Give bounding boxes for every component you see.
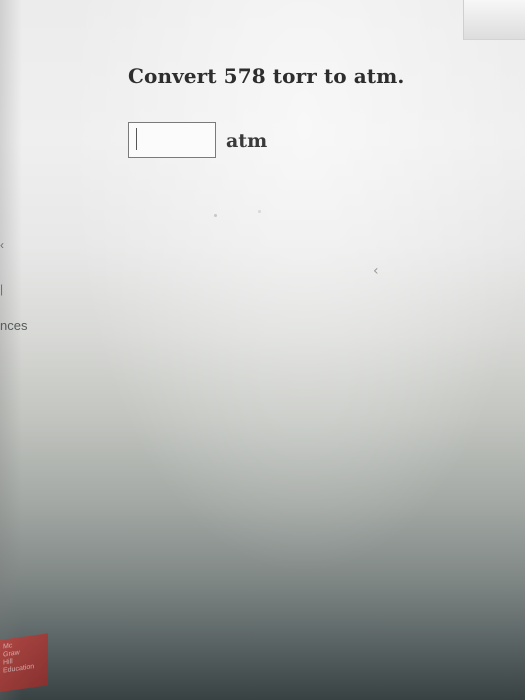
answer-row: atm — [128, 122, 267, 158]
publisher-logo: Mc Graw Hill Education — [0, 633, 48, 692]
chevron-left-icon[interactable]: ‹ — [0, 238, 4, 252]
side-marker-icon: | — [0, 282, 4, 296]
top-right-tab[interactable] — [463, 0, 525, 40]
chevron-left-icon: ‹ — [373, 263, 379, 279]
screen-speck — [214, 214, 217, 217]
unit-label: atm — [226, 130, 268, 152]
question-prompt: Convert 578 torr to atm. — [128, 64, 405, 88]
screen-speck — [258, 210, 261, 213]
answer-input[interactable] — [128, 122, 216, 158]
sidebar-label-references[interactable]: nces — [0, 318, 27, 333]
text-cursor-caret — [136, 128, 137, 150]
screen-glare — [0, 0, 525, 700]
left-edge-shadow — [0, 0, 22, 700]
